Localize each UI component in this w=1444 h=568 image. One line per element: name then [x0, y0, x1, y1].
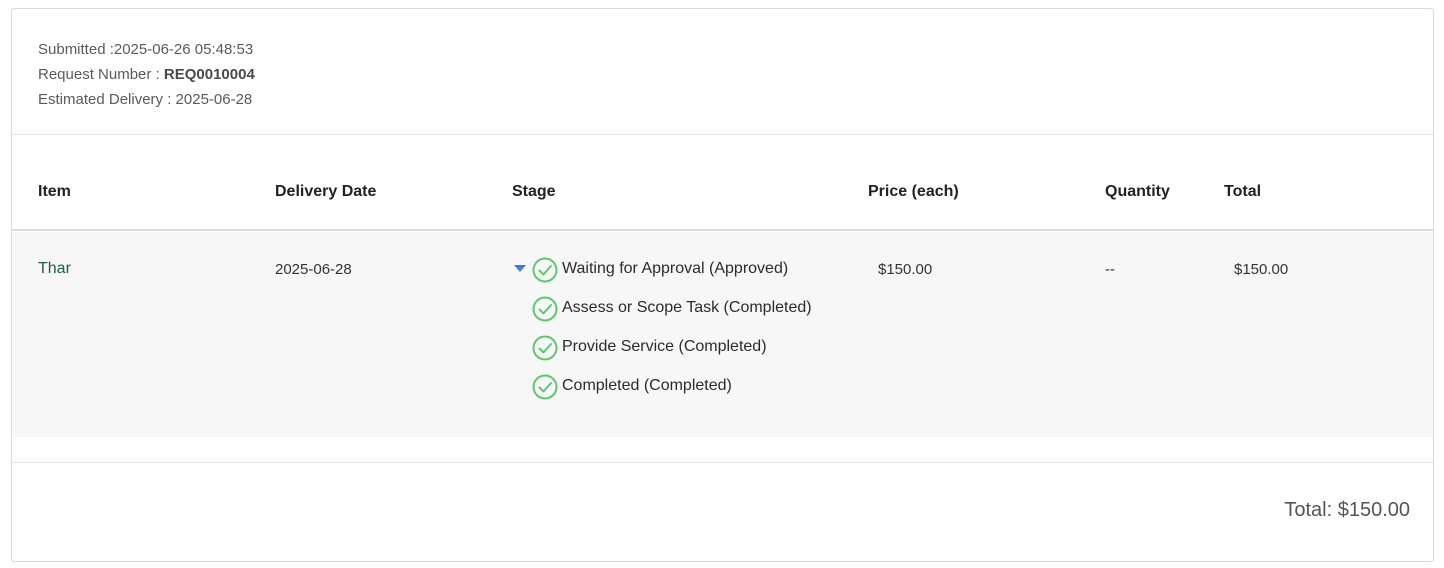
table-header: Item Delivery Date Stage Price (each) Qu… [12, 135, 1433, 231]
stage-label: Waiting for Approval (Approved) [562, 260, 789, 277]
submitted-label: Submitted : [38, 41, 114, 58]
check-circle-icon [532, 296, 558, 322]
check-circle-icon [532, 374, 558, 400]
column-header-price: Price (each) [868, 183, 959, 200]
table-row: Thar 2025-06-28 Waiting for Approval (Ap… [12, 232, 1433, 437]
column-header-quantity: Quantity [1105, 183, 1170, 200]
check-circle-icon [532, 335, 558, 361]
stage-label: Completed (Completed) [562, 377, 732, 394]
delivery-date-cell: 2025-06-28 [275, 261, 352, 278]
estimated-delivery-value: 2025-06-28 [175, 91, 253, 108]
column-header-stage: Stage [512, 183, 556, 200]
stage-label: Assess or Scope Task (Completed) [562, 299, 812, 316]
column-header-delivery-date: Delivery Date [275, 183, 377, 200]
footer-divider [12, 462, 1433, 463]
request-number-line: Request Number : REQ0010004 [38, 62, 255, 87]
request-summary-panel: Submitted :2025-06-26 05:48:53 Request N… [11, 8, 1434, 562]
estimated-delivery-line: Estimated Delivery : 2025-06-28 [38, 87, 255, 112]
total-cell: $150.00 [1234, 261, 1289, 278]
grand-total: Total: $150.00 [1284, 499, 1410, 521]
submitted-value: 2025-06-26 05:48:53 [113, 41, 254, 58]
price-cell: $150.00 [878, 261, 933, 278]
check-circle-icon [532, 257, 558, 283]
request-summary: Submitted :2025-06-26 05:48:53 Request N… [38, 37, 255, 112]
estimated-delivery-label: Estimated Delivery : [38, 91, 176, 108]
request-number-label: Request Number : [38, 66, 164, 83]
submitted-line: Submitted :2025-06-26 05:48:53 [38, 37, 255, 62]
quantity-cell: -- [1105, 261, 1115, 278]
request-number-value: REQ0010004 [163, 66, 255, 83]
column-header-total: Total [1224, 183, 1262, 200]
column-header-item: Item [38, 183, 71, 200]
stage-label: Provide Service (Completed) [562, 338, 767, 355]
caret-down-icon[interactable] [514, 265, 526, 272]
item-link[interactable]: Thar [38, 260, 71, 277]
item-cell: Thar [38, 260, 71, 278]
